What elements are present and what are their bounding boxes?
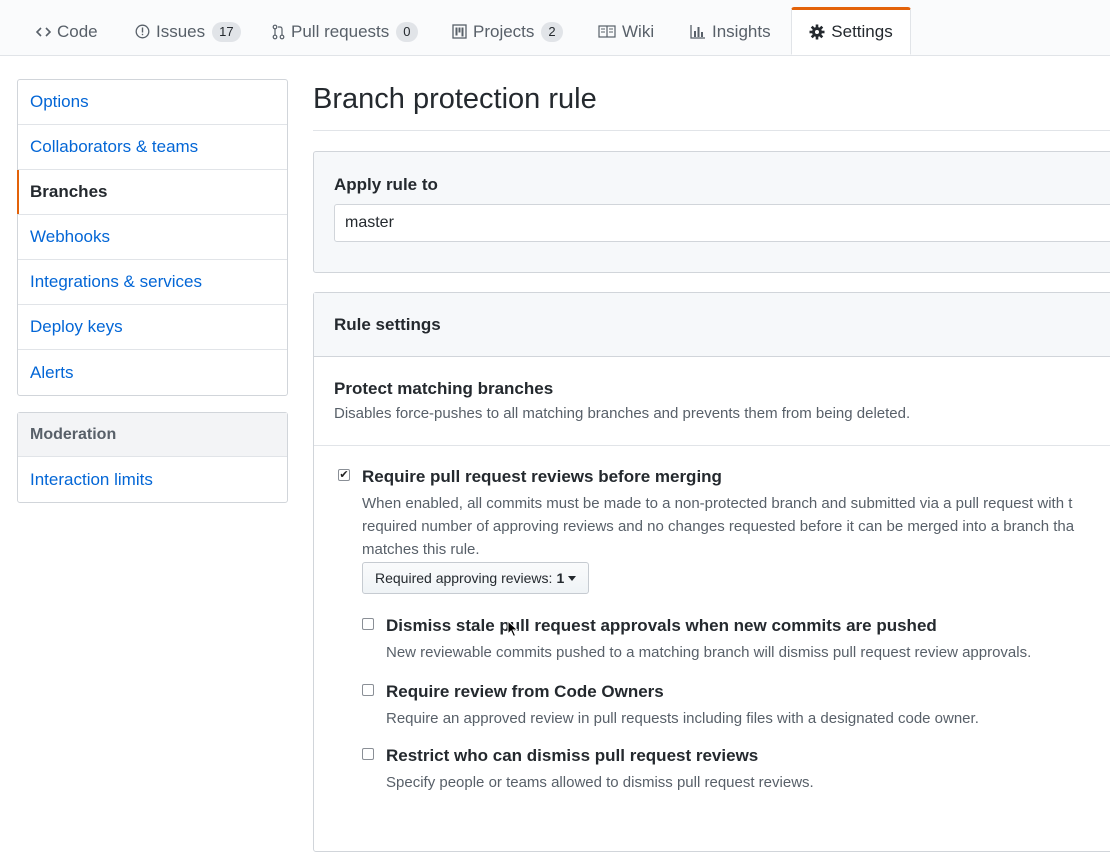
tab-insights[interactable]: Insights xyxy=(690,8,771,55)
protect-description: Disables force-pushes to all matching br… xyxy=(334,405,911,422)
issue-opened-icon xyxy=(135,24,150,39)
repo-nav: Code Issues 17 Pull requests 0 Projects … xyxy=(0,0,1110,56)
moderation-sidebar: Moderation Interaction limits xyxy=(17,412,288,503)
sidebar-item-integrations[interactable]: Integrations & services xyxy=(18,260,287,305)
page-title: Branch protection rule xyxy=(313,83,597,115)
sidebar-item-alerts[interactable]: Alerts xyxy=(18,350,287,395)
required-approving-reviews-select[interactable]: Required approving reviews: 1 xyxy=(362,562,590,594)
tab-projects-label: Projects xyxy=(473,21,535,41)
graph-icon xyxy=(690,24,706,39)
tab-issues[interactable]: Issues 17 xyxy=(135,8,241,55)
dismiss-stale-approvals-title: Dismiss stale pull request approvals whe… xyxy=(386,616,937,635)
sidebar-item-webhooks[interactable]: Webhooks xyxy=(18,215,287,260)
sidebar-item-label: Collaborators & teams xyxy=(30,137,199,156)
tab-settings[interactable]: Settings xyxy=(791,7,911,55)
rules-divider xyxy=(314,445,1110,446)
tab-wiki-label: Wiki xyxy=(622,21,655,41)
tab-insights-label: Insights xyxy=(712,21,771,41)
sidebar-item-label: Interaction limits xyxy=(30,469,153,489)
tab-wiki[interactable]: Wiki xyxy=(598,8,654,55)
rule-settings-box: Rule settings Protect matching branches … xyxy=(313,292,1110,852)
sidebar-item-deploy-keys[interactable]: Deploy keys xyxy=(18,305,287,350)
restrict-dismissals-checkbox[interactable] xyxy=(362,748,374,760)
require-reviews-title: Require pull request reviews before merg… xyxy=(362,467,722,486)
tab-pull-requests-label: Pull requests xyxy=(291,21,390,41)
tab-issues-label: Issues xyxy=(156,21,206,41)
description-line: required number of approving reviews and… xyxy=(362,518,1075,535)
sidebar-item-branches[interactable]: Branches xyxy=(17,170,287,215)
moderation-heading: Moderation xyxy=(18,413,287,457)
description-line: matches this rule. xyxy=(362,541,480,558)
require-code-owners-description: Require an approved review in pull reque… xyxy=(386,710,979,727)
mouse-pointer-icon xyxy=(507,619,519,643)
tab-code-label: Code xyxy=(57,21,98,41)
require-reviews-checkbox[interactable]: ✔ xyxy=(338,469,350,481)
branch-pattern-input[interactable] xyxy=(334,204,1110,242)
caret-down-icon xyxy=(568,575,577,581)
gear-icon xyxy=(809,24,825,40)
sidebar-item-label: Branches xyxy=(30,182,108,201)
git-pull-request-icon xyxy=(272,24,285,40)
tab-pull-requests[interactable]: Pull requests 0 xyxy=(272,8,418,55)
issues-counter: 17 xyxy=(212,21,241,42)
title-divider xyxy=(313,130,1110,131)
sidebar-item-collaborators[interactable]: Collaborators & teams xyxy=(18,125,287,170)
tab-projects[interactable]: Projects 2 xyxy=(452,8,563,55)
dismiss-stale-approvals-checkbox[interactable] xyxy=(362,618,374,630)
require-code-owners-checkbox[interactable] xyxy=(362,684,374,696)
tab-code[interactable]: Code xyxy=(36,8,98,55)
approving-reviews-label: Required approving reviews: xyxy=(375,570,553,586)
projects-counter: 2 xyxy=(541,21,563,42)
sidebar-item-label: Alerts xyxy=(30,362,74,382)
approving-reviews-value: 1 xyxy=(556,570,565,586)
code-icon xyxy=(36,26,51,38)
sidebar-item-options[interactable]: Options xyxy=(18,80,287,125)
apply-rule-box: Apply rule to xyxy=(313,151,1110,273)
dismiss-stale-approvals-description: New reviewable commits pushed to a match… xyxy=(386,644,1032,661)
sidebar-item-interaction-limits[interactable]: Interaction limits xyxy=(18,457,287,502)
book-icon xyxy=(598,25,616,38)
protect-title: Protect matching branches xyxy=(334,379,554,398)
sidebar-item-label: Options xyxy=(30,92,89,111)
project-icon xyxy=(452,24,467,39)
rule-settings-header: Rule settings xyxy=(314,293,1110,357)
description-line: When enabled, all commits must be made t… xyxy=(362,495,1073,512)
pull-requests-counter: 0 xyxy=(396,21,418,42)
protect-matching-branches: Protect matching branches Disables force… xyxy=(334,379,910,422)
settings-sidebar: Options Collaborators & teams Branches W… xyxy=(17,79,288,396)
tab-settings-label: Settings xyxy=(831,22,893,41)
require-code-owners-title: Require review from Code Owners xyxy=(386,682,664,701)
restrict-dismissals-description: Specify people or teams allowed to dismi… xyxy=(386,774,814,791)
require-reviews-description: When enabled, all commits must be made t… xyxy=(362,492,1074,561)
apply-rule-label: Apply rule to xyxy=(334,175,438,194)
sidebar-item-label: Deploy keys xyxy=(30,317,123,336)
sidebar-item-label: Webhooks xyxy=(30,227,111,246)
restrict-dismissals-title: Restrict who can dismiss pull request re… xyxy=(386,746,759,765)
sidebar-item-label: Integrations & services xyxy=(30,272,202,291)
